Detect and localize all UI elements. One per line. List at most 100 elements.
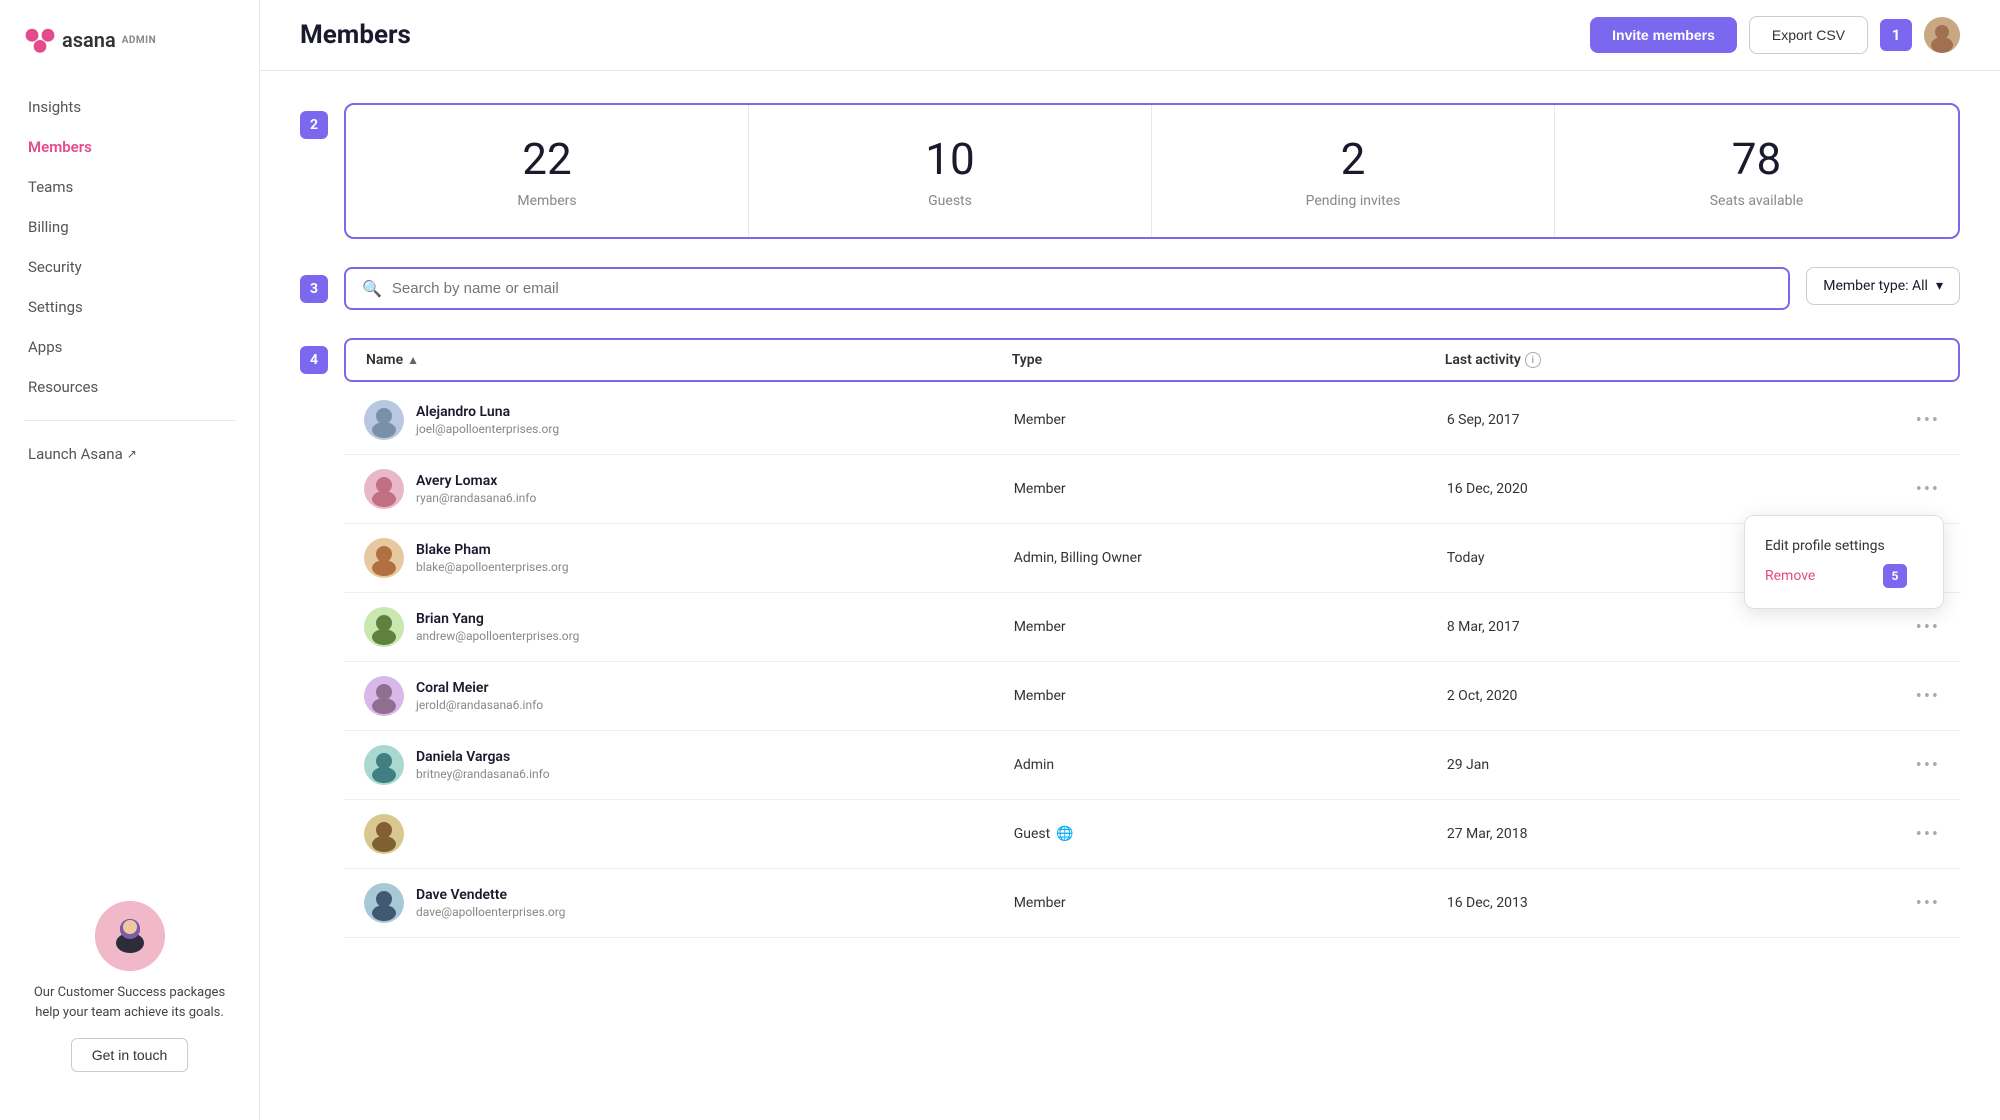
table-section: Name ▲ Type Last activity i	[344, 338, 1960, 938]
remove-member-option[interactable]: Remove 5	[1765, 560, 1923, 592]
search-input[interactable]	[392, 280, 1772, 297]
user-avatar[interactable]	[1924, 17, 1960, 53]
member-name: Avery Lomax	[416, 473, 536, 489]
table-row: Avery Lomax ryan@randasana6.info Member …	[344, 455, 1960, 524]
member-type-filter[interactable]: Member type: All ▾	[1806, 267, 1960, 305]
promo-description: Our Customer Success packages help your …	[24, 983, 235, 1022]
sidebar-item-insights[interactable]: Insights	[12, 88, 247, 126]
members-count: 22	[366, 133, 728, 185]
sidebar-divider	[24, 420, 235, 421]
member-activity: 27 Mar, 2018	[1447, 826, 1880, 842]
avatar	[364, 883, 404, 923]
seats-count: 78	[1575, 133, 1938, 185]
table-body: Alejandro Luna joel@apolloenterprises.or…	[344, 386, 1960, 938]
table-row: Brian Yang andrew@apolloenterprises.org …	[344, 593, 1960, 662]
get-in-touch-button[interactable]: Get in touch	[71, 1038, 189, 1072]
stat-guests: 10 Guests	[749, 105, 1152, 237]
sidebar-item-resources[interactable]: Resources	[12, 368, 247, 406]
sidebar-item-security[interactable]: Security	[12, 248, 247, 286]
step-badge-5: 5	[1883, 564, 1907, 588]
table-row-header: 4 Name ▲ Type Last activity i	[300, 338, 1960, 938]
member-info: Alejandro Luna joel@apolloenterprises.or…	[364, 400, 1014, 440]
more-options-button[interactable]: •••	[1880, 755, 1940, 776]
main-content: Members Invite members Export CSV 1 2	[260, 0, 2000, 1120]
table-row: Guest 🌐 27 Mar, 2018 •••	[344, 800, 1960, 869]
avatar	[364, 745, 404, 785]
member-name: Blake Pham	[416, 542, 569, 558]
member-email: dave@apolloenterprises.org	[416, 905, 565, 919]
member-type: Member	[1014, 619, 1447, 635]
guests-label: Guests	[769, 193, 1131, 209]
logo-text: asana	[62, 28, 116, 52]
sidebar-item-teams[interactable]: Teams	[12, 168, 247, 206]
member-email: blake@apolloenterprises.org	[416, 560, 569, 574]
member-type: Admin	[1014, 757, 1447, 773]
table-row: Alejandro Luna joel@apolloenterprises.or…	[344, 386, 1960, 455]
stat-seats: 78 Seats available	[1555, 105, 1958, 237]
member-info: Avery Lomax ryan@randasana6.info	[364, 469, 1014, 509]
member-type: Guest 🌐	[1014, 826, 1447, 842]
more-options-button[interactable]: •••	[1880, 617, 1940, 638]
header-actions: Invite members Export CSV 1	[1590, 16, 1960, 54]
avatar	[364, 469, 404, 509]
sidebar-launch-asana[interactable]: Launch Asana ↗	[12, 435, 247, 473]
more-options-button[interactable]: •••	[1880, 410, 1940, 431]
avatar	[364, 400, 404, 440]
more-options-button[interactable]: •••	[1880, 824, 1940, 845]
sort-icon: ▲	[407, 353, 419, 367]
sidebar-item-billing[interactable]: Billing	[12, 208, 247, 246]
invite-members-button[interactable]: Invite members	[1590, 17, 1737, 53]
filter-label: Member type: All	[1823, 278, 1928, 294]
avatar	[364, 607, 404, 647]
member-name: Dave Vendette	[416, 887, 565, 903]
member-name: Coral Meier	[416, 680, 543, 696]
sidebar-logo: asana ADMIN	[0, 24, 259, 88]
search-container: 🔍	[344, 267, 1790, 310]
table-row: Coral Meier jerold@randasana6.info Membe…	[344, 662, 1960, 731]
member-email: andrew@apolloenterprises.org	[416, 629, 579, 643]
member-activity: 8 Mar, 2017	[1447, 619, 1880, 635]
search-row: 3 🔍 Member type: All ▾	[300, 267, 1960, 310]
notification-badge[interactable]: 1	[1880, 19, 1912, 51]
member-type: Member	[1014, 412, 1447, 428]
col-activity: Last activity i	[1445, 352, 1870, 368]
stat-pending: 2 Pending invites	[1152, 105, 1555, 237]
more-options-button[interactable]: •••	[1880, 479, 1940, 500]
info-icon: i	[1525, 352, 1541, 368]
table-header: Name ▲ Type Last activity i	[344, 338, 1960, 382]
member-activity: 2 Oct, 2020	[1447, 688, 1880, 704]
more-options-button[interactable]: •••	[1880, 686, 1940, 707]
member-email: britney@randasana6.info	[416, 767, 550, 781]
member-name: Brian Yang	[416, 611, 579, 627]
avatar	[364, 676, 404, 716]
member-name: Daniela Vargas	[416, 749, 550, 765]
table-row: Blake Pham blake@apolloenterprises.org A…	[344, 524, 1960, 593]
members-label: Members	[366, 193, 728, 209]
member-activity: 29 Jan	[1447, 757, 1880, 773]
content-area: 2 22 Members 10 Guests 2 Pending invites	[260, 71, 2000, 1120]
promo-avatar	[95, 901, 165, 971]
sidebar-item-settings[interactable]: Settings	[12, 288, 247, 326]
search-icon: 🔍	[362, 279, 382, 298]
export-csv-button[interactable]: Export CSV	[1749, 16, 1868, 54]
member-type: Member	[1014, 688, 1447, 704]
sidebar: asana ADMIN Insights Members Teams Billi…	[0, 0, 260, 1120]
member-info: Brian Yang andrew@apolloenterprises.org	[364, 607, 1014, 647]
guests-count: 10	[769, 133, 1131, 185]
pending-label: Pending invites	[1172, 193, 1534, 209]
context-menu: Edit profile settings Remove 5	[1744, 515, 1944, 609]
stat-members: 22 Members	[346, 105, 749, 237]
member-activity: 16 Dec, 2020	[1447, 481, 1880, 497]
more-options-button[interactable]: •••	[1880, 893, 1940, 914]
member-type: Member	[1014, 895, 1447, 911]
member-type: Admin, Billing Owner	[1014, 550, 1447, 566]
sidebar-item-apps[interactable]: Apps	[12, 328, 247, 366]
pending-count: 2	[1172, 133, 1534, 185]
page-title: Members	[300, 20, 411, 50]
col-name[interactable]: Name ▲	[366, 352, 1004, 368]
step-badge-4: 4	[300, 346, 328, 374]
step-badge-2: 2	[300, 111, 328, 139]
edit-profile-option[interactable]: Edit profile settings	[1765, 532, 1923, 560]
sidebar-item-members[interactable]: Members	[12, 128, 247, 166]
step-badge-3: 3	[300, 275, 328, 303]
